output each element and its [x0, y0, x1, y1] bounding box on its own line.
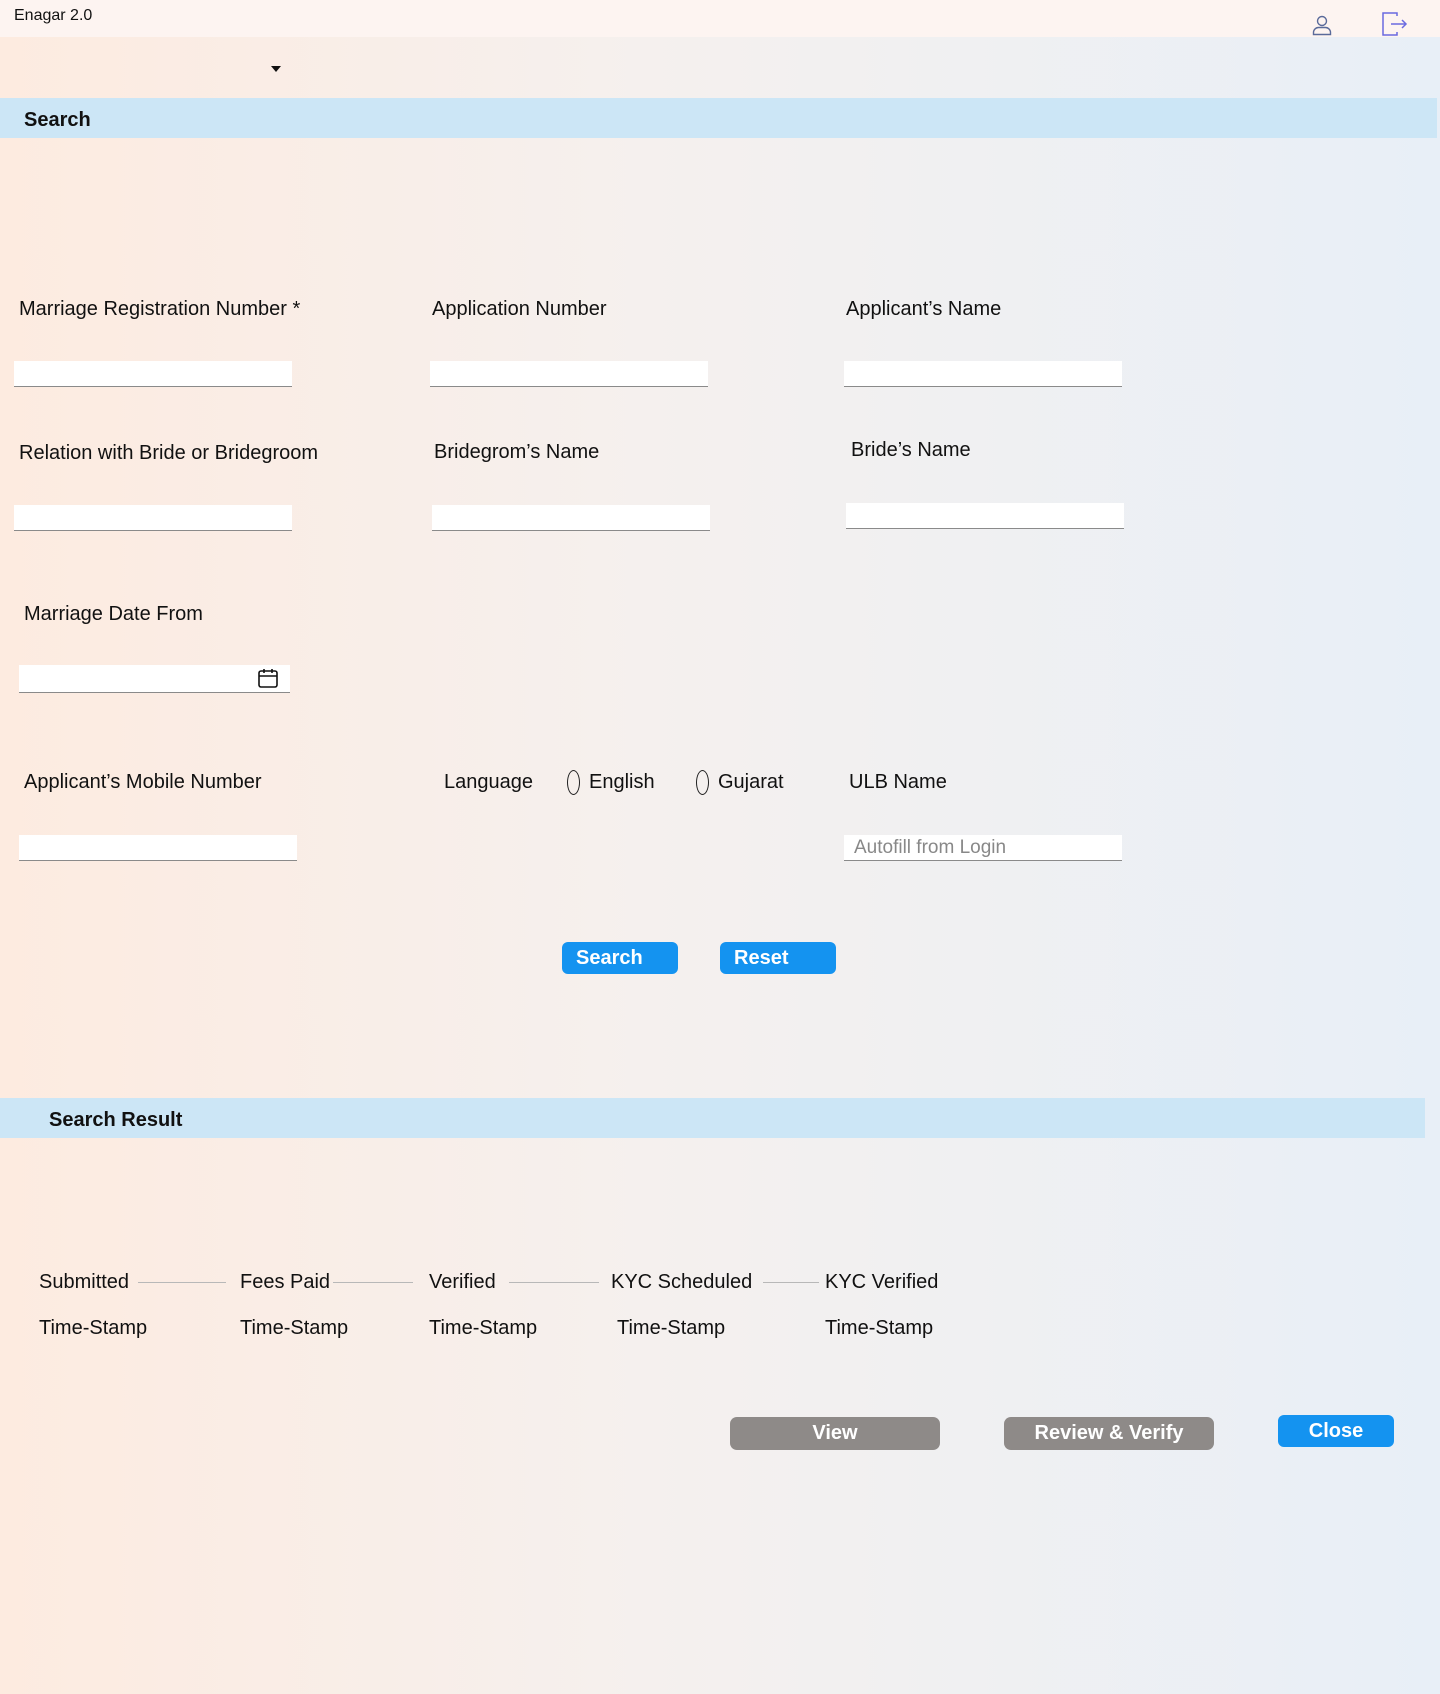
applicants-name-input[interactable] [844, 361, 1122, 387]
language-gujarat-label: Gujarat [718, 771, 784, 793]
app-title: Enagar 2.0 [14, 7, 93, 24]
relation-label: Relation with Bride or Bridegroom [19, 442, 319, 464]
timeline-connector [763, 1282, 819, 1283]
timeline-connector [138, 1282, 226, 1283]
mobile-number-label: Applicant’s Mobile Number [24, 771, 262, 793]
bride-name-label: Bride’s Name [851, 439, 971, 461]
timeline-connector [333, 1282, 413, 1283]
marriage-date-from-input[interactable] [19, 665, 290, 693]
search-button[interactable]: Search [562, 942, 678, 974]
bridegroom-name-input[interactable] [432, 505, 710, 531]
user-icon[interactable] [1311, 14, 1333, 36]
timeline-timestamp: Time-Stamp [825, 1317, 934, 1339]
review-verify-button[interactable]: Review & Verify [1004, 1417, 1214, 1450]
marriage-date-from-label: Marriage Date From [24, 603, 203, 625]
application-number-input[interactable] [430, 361, 708, 387]
bride-name-input[interactable] [846, 503, 1124, 529]
marriage-registration-number-input[interactable] [14, 361, 292, 387]
timeline-status-kyc-scheduled: KYC Scheduled [611, 1271, 753, 1293]
view-button[interactable]: View [730, 1417, 940, 1450]
timeline-timestamp: Time-Stamp [39, 1317, 148, 1339]
timeline-timestamp: Time-Stamp [240, 1317, 349, 1339]
timeline-status-submitted: Submitted [39, 1271, 130, 1293]
ulb-name-label: ULB Name [849, 771, 947, 793]
timeline-status-verified: Verified [429, 1271, 496, 1293]
language-english-radio[interactable] [567, 770, 580, 795]
top-bar [0, 0, 1440, 37]
search-section-header [0, 98, 1437, 138]
language-english-label: English [589, 771, 655, 793]
reset-button[interactable]: Reset [720, 942, 836, 974]
search-result-section-title: Search Result [49, 1109, 183, 1131]
ulb-name-input[interactable] [844, 835, 1122, 861]
search-result-section-header [0, 1098, 1425, 1138]
timeline-timestamp: Time-Stamp [617, 1317, 726, 1339]
search-section-title: Search [24, 109, 91, 131]
relation-input[interactable] [14, 505, 292, 531]
marriage-registration-number-label: Marriage Registration Number * [19, 298, 301, 320]
mobile-number-input[interactable] [19, 835, 297, 861]
bridegroom-name-label: Bridegrom’s Name [434, 441, 600, 463]
calendar-icon[interactable] [257, 667, 279, 689]
timeline-timestamp: Time-Stamp [429, 1317, 538, 1339]
language-gujarat-radio[interactable] [696, 770, 709, 795]
applicants-name-label: Applicant’s Name [846, 298, 1002, 320]
timeline-connector [509, 1282, 599, 1283]
application-number-label: Application Number [432, 298, 607, 320]
close-button[interactable]: Close [1278, 1415, 1394, 1447]
timeline-status-fees-paid: Fees Paid [240, 1271, 331, 1293]
chevron-down-icon[interactable] [270, 60, 282, 72]
logout-icon[interactable] [1380, 10, 1408, 38]
timeline-status-kyc-verified: KYC Verified [825, 1271, 939, 1293]
language-label: Language [444, 771, 533, 793]
